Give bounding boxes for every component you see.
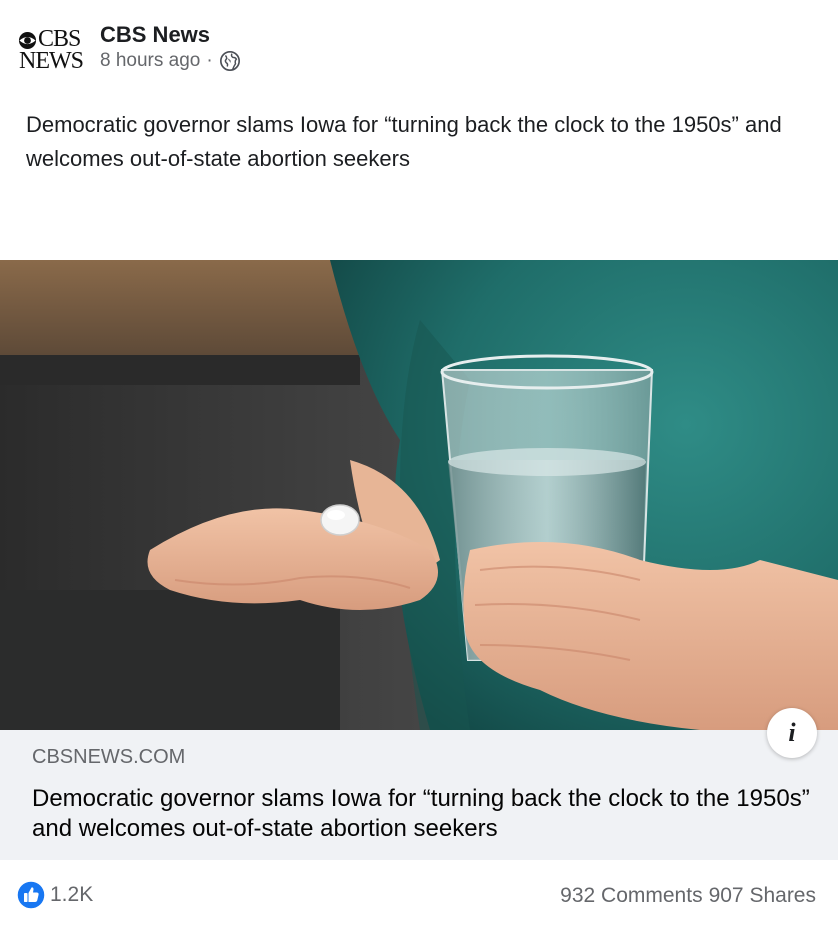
like-icon: [16, 880, 46, 910]
reaction-count: 1.2K: [50, 883, 94, 906]
post-text: Democratic governor slams Iowa for “turn…: [26, 112, 782, 171]
comments-count-link[interactable]: 932 Comments: [560, 884, 702, 908]
post-header: CBS NEWS CBS News 8 hours ago ·: [0, 0, 838, 90]
engagement-counts: 932 Comments 907 Shares: [560, 884, 816, 908]
info-button[interactable]: i: [767, 708, 817, 758]
post-footer: 1.2K 932 Comments 907 Shares: [0, 860, 838, 930]
logo-line-2: NEWS: [19, 48, 84, 74]
link-title[interactable]: Democratic governor slams Iowa for “turn…: [32, 784, 812, 844]
page-name-link[interactable]: CBS News: [100, 22, 210, 48]
timestamp-link[interactable]: 8 hours ago: [100, 50, 200, 72]
post-meta: 8 hours ago ·: [100, 50, 241, 72]
globe-icon[interactable]: [219, 50, 241, 72]
shares-count-link[interactable]: 907 Shares: [709, 884, 816, 908]
cbs-news-logo[interactable]: CBS NEWS: [18, 26, 88, 74]
link-domain: CBSNEWS.COM: [32, 746, 186, 768]
photo-illustration: [0, 260, 838, 730]
link-preview[interactable]: CBSNEWS.COM Democratic governor slams Io…: [0, 730, 838, 860]
meta-separator: ·: [206, 50, 213, 71]
post-photo[interactable]: [0, 260, 838, 730]
reactions-summary[interactable]: 1.2K: [16, 880, 93, 910]
